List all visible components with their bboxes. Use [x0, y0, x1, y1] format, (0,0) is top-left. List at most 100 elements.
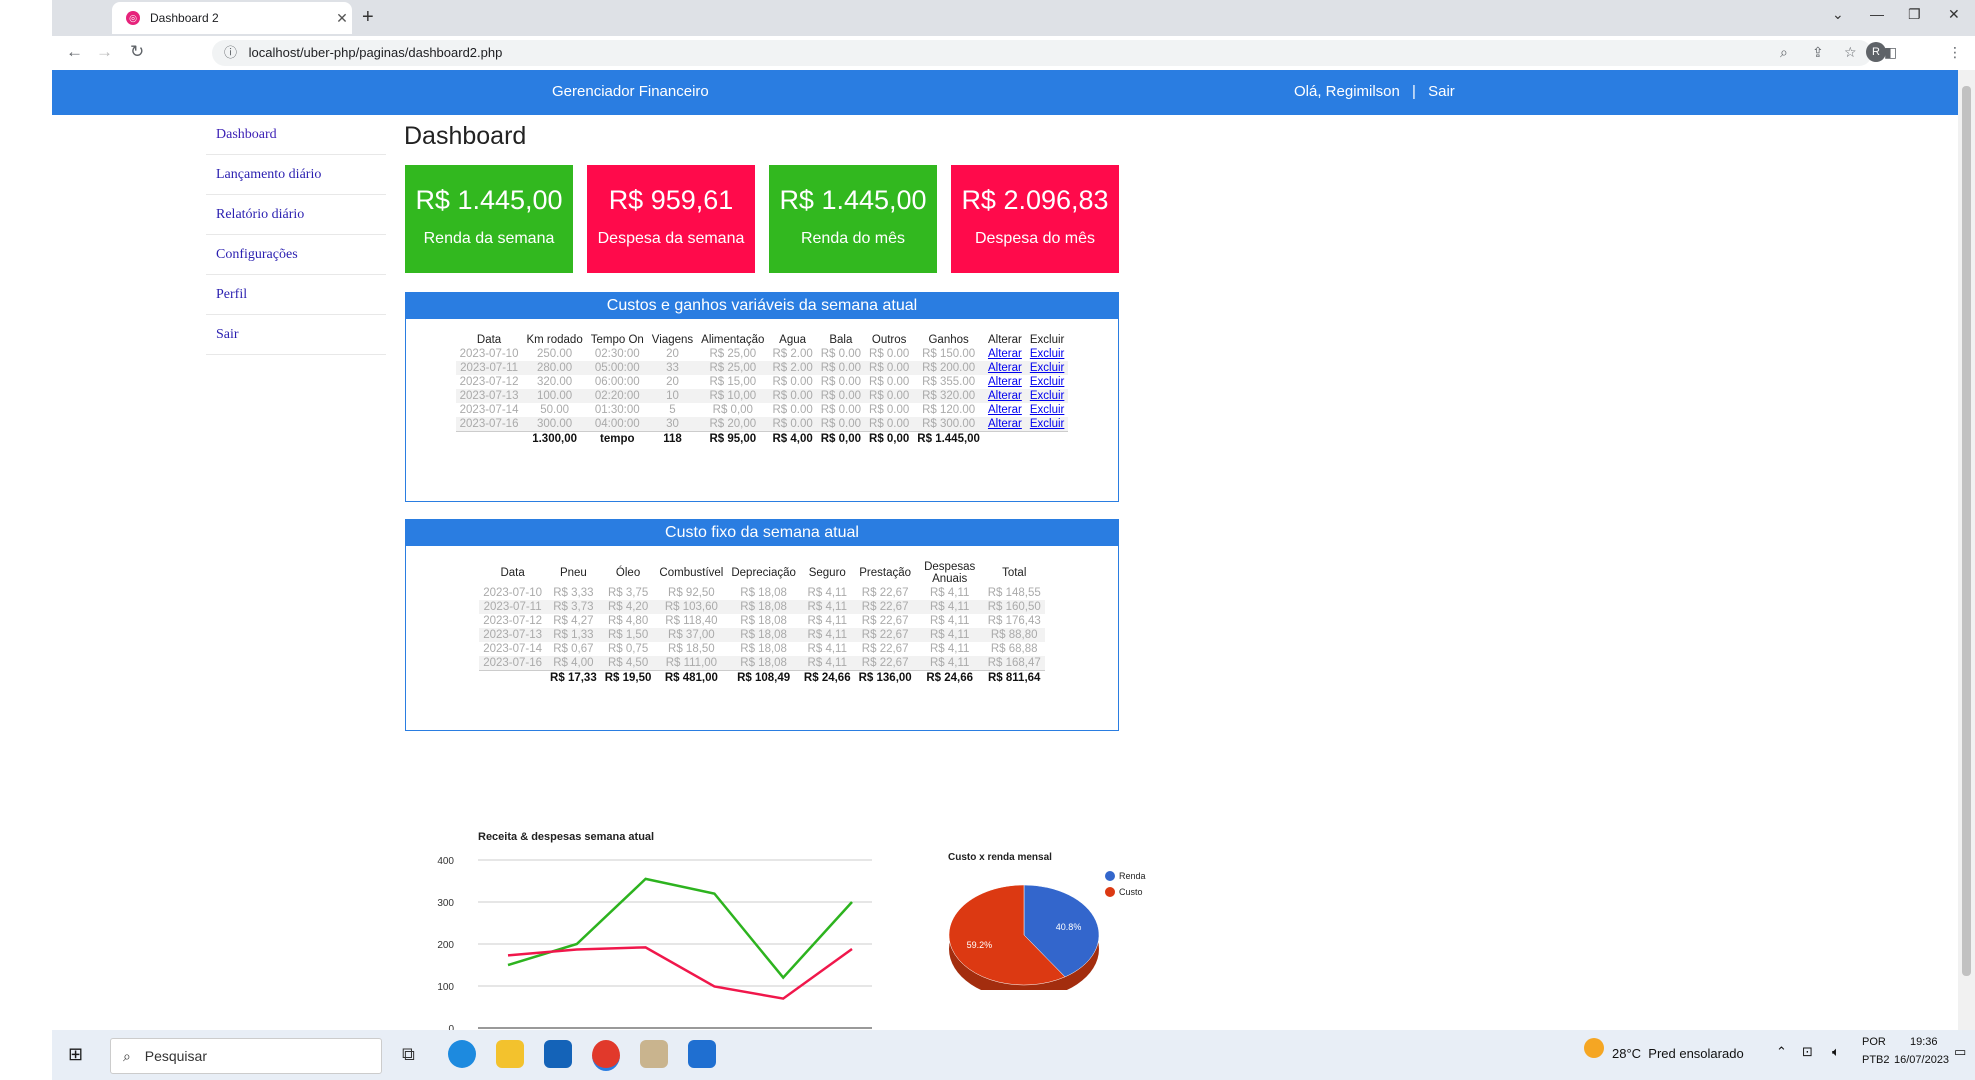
file-explorer-icon[interactable] [496, 1040, 524, 1068]
chrome-icon[interactable] [592, 1040, 620, 1071]
windows-start-icon[interactable]: ⊞ [68, 1044, 83, 1065]
table-cell: 250.00 [537, 348, 573, 360]
chart-title: Custo x renda mensal [948, 852, 1052, 863]
chevron-up-icon[interactable]: ⌃ [1776, 1044, 1787, 1060]
star-icon[interactable]: ☆ [1844, 44, 1857, 61]
chart-title: Receita & despesas semana atual [478, 831, 654, 843]
zoom-icon[interactable]: ⌕ [1780, 44, 1788, 61]
lang-layout[interactable]: PTB2 [1862, 1054, 1890, 1066]
table-cell: R$ 4,11 [915, 656, 984, 671]
sidebar-item-perfil[interactable]: Perfil [206, 275, 386, 315]
y-tick-label: 400 [437, 856, 454, 867]
table-cell: R$ 0.00 [820, 348, 862, 360]
menu-icon[interactable]: ⋮ [1948, 44, 1962, 61]
notification-icon[interactable]: ▭ [1954, 1044, 1966, 1060]
taskbar-search[interactable]: ⌕ Pesquisar [110, 1038, 382, 1074]
delete-link[interactable]: Excluir [1030, 348, 1065, 360]
table-cell: R$ 22,67 [861, 643, 909, 655]
total-cell: R$ 17,33 [546, 670, 601, 685]
sidebar-item-configuracoes[interactable]: Configurações [206, 235, 386, 275]
table-cell: Excluir [1026, 347, 1069, 361]
table-cell: R$ 15,00 [709, 376, 757, 388]
edit-link[interactable]: Alterar [988, 348, 1022, 360]
table-header-row: Data Pneu Óleo Combustível Depreciação Seguro… [479, 560, 1045, 586]
browser-tab[interactable]: ◎ Dashboard 2 ✕ [112, 2, 352, 34]
total-cell: R$ 811,64 [983, 670, 1045, 685]
delete-link[interactable]: Excluir [1030, 362, 1065, 374]
clock-time[interactable]: 19:36 [1910, 1036, 1938, 1048]
forward-icon[interactable]: → [96, 42, 113, 62]
table-cell: R$ 320.00 [913, 389, 984, 403]
tab-title: Dashboard 2 [150, 11, 219, 25]
table-cell: Excluir [1026, 403, 1069, 417]
profile-avatar[interactable]: R [1866, 42, 1886, 62]
table-cell: R$ 0,00 [712, 404, 753, 416]
back-icon[interactable]: ← [66, 42, 83, 62]
legend-swatch [1105, 871, 1115, 881]
sidebar-item-dashboard[interactable]: Dashboard [206, 115, 386, 155]
sidebar-item-relatorio[interactable]: Relatório diário [206, 195, 386, 235]
table-cell: Alterar [984, 403, 1026, 417]
series-line-custo [507, 946, 853, 1000]
delete-link[interactable]: Excluir [1030, 418, 1065, 430]
delete-link[interactable]: Excluir [1030, 376, 1065, 388]
table-cell: 300.00 [522, 417, 587, 432]
sidebar-item-sair[interactable]: Sair [206, 315, 386, 355]
top-navbar: Gerenciador Financeiro Olá, Regimilson |… [52, 70, 1958, 115]
card-label: Despesa da semana [597, 230, 745, 247]
total-cell: R$ 19,50 [600, 670, 656, 685]
table-cell: R$ 176,43 [987, 615, 1041, 627]
delete-link[interactable]: Excluir [1030, 390, 1065, 402]
share-icon[interactable]: ⇪ [1812, 44, 1824, 61]
table-cell: 2023-07-11 [455, 361, 523, 375]
logout-link[interactable]: Sair [1428, 83, 1455, 100]
scrollbar-thumb[interactable] [1962, 86, 1971, 976]
restore-icon[interactable]: ❐ [1908, 6, 1921, 23]
column-header: Outros [871, 334, 907, 346]
total-cell: R$ 1.445,00 [913, 431, 984, 446]
clock-date[interactable]: 16/07/2023 [1894, 1054, 1949, 1066]
lang-code[interactable]: POR [1862, 1036, 1886, 1048]
card-label: Renda da semana [423, 230, 555, 247]
table-cell: R$ 18,08 [740, 643, 787, 655]
table-cell: Alterar [983, 389, 1026, 403]
delete-link[interactable]: Excluir [1030, 404, 1065, 416]
address-bar[interactable]: ⓘ localhost/uber-php/paginas/dashboard2.… [212, 40, 1872, 66]
table-cell: R$ 0,75 [607, 643, 649, 655]
edge-icon[interactable] [448, 1040, 476, 1068]
network-icon[interactable]: ⊡ [1802, 1044, 1813, 1060]
table-cell: R$ 4,80 [607, 615, 649, 627]
table-cell: R$ 18,08 [740, 615, 787, 627]
edit-link[interactable]: Alterar [988, 390, 1022, 402]
table-row: 2023-07-11 R$ 3,73 R$ 4,20 R$ 103,60 R$ 18,0… [479, 600, 1045, 614]
column-header: Alimentação [701, 334, 765, 346]
vscode-icon[interactable] [688, 1040, 716, 1068]
chevron-down-icon[interactable]: ⌄ [1832, 6, 1844, 23]
volume-icon[interactable]: 🔈︎ [1832, 1044, 1840, 1060]
edit-link[interactable]: Alterar [988, 376, 1022, 388]
total-cell [455, 431, 523, 446]
card-weekly-income: R$ 1.445,00 Renda da semana [405, 165, 573, 273]
weather-icon[interactable] [1584, 1038, 1604, 1058]
close-window-icon[interactable]: ✕ [1948, 6, 1960, 23]
close-tab-icon[interactable]: ✕ [332, 10, 352, 27]
table-cell: R$ 103,60 [655, 600, 728, 614]
edit-link[interactable]: Alterar [988, 362, 1022, 374]
legend-label: Renda [1119, 871, 1146, 881]
edit-link[interactable]: Alterar [988, 404, 1022, 416]
sidebar-item-lancamento[interactable]: Lançamento diário [206, 155, 386, 195]
app-icon[interactable] [640, 1040, 668, 1068]
task-view-icon[interactable]: ⧉ [402, 1044, 415, 1065]
mail-icon[interactable] [544, 1040, 572, 1068]
page-scrollbar[interactable] [1958, 70, 1975, 1030]
minimize-icon[interactable]: — [1870, 6, 1884, 22]
weather-text[interactable]: 28°C Pred ensolarado [1612, 1046, 1744, 1061]
new-tab-icon[interactable]: + [362, 6, 374, 29]
total-cell: R$ 0,00 [865, 431, 914, 446]
reload-icon[interactable]: ↻ [130, 42, 144, 62]
total-cell: R$ 95,00 [697, 431, 769, 446]
table-cell: R$ 0.00 [772, 404, 813, 416]
edit-link[interactable]: Alterar [988, 418, 1022, 430]
table-cell: R$ 18,08 [740, 587, 787, 599]
table-cell: R$ 68,88 [990, 643, 1038, 655]
